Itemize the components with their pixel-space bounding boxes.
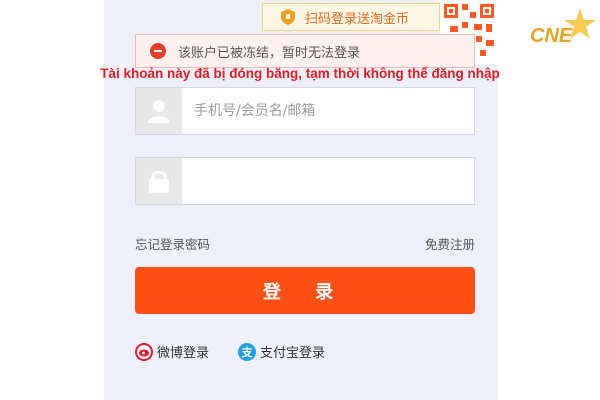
weibo-login-link[interactable]: 微博登录 <box>135 342 209 361</box>
password-field <box>135 157 475 205</box>
user-icon <box>136 88 182 134</box>
shield-icon <box>281 9 295 25</box>
register-link[interactable]: 免费注册 <box>425 234 475 253</box>
error-message-text: 该账户已被冻结，暂时无法登录 <box>178 45 361 61</box>
username-input[interactable] <box>182 88 474 134</box>
weibo-login-label: 微博登录 <box>157 346 210 361</box>
caption-translation: Tài khoản này đã bị đóng băng, tạm thời … <box>100 66 500 81</box>
password-input[interactable] <box>182 158 474 204</box>
qr-tip-text: 扫码登录送淘金币 <box>305 11 410 27</box>
login-button[interactable]: 登 录 <box>135 267 475 314</box>
auth-links: 忘记登录密码 免费注册 <box>135 234 475 253</box>
forgot-password-link[interactable]: 忘记登录密码 <box>135 234 210 253</box>
weibo-icon <box>135 342 153 361</box>
cne-logo: CNE <box>530 8 596 47</box>
qr-login-tip[interactable]: 扫码登录送淘金币 <box>262 3 446 31</box>
minus-circle-icon <box>150 43 166 59</box>
alipay-icon: 支 <box>238 342 256 361</box>
lock-icon <box>136 158 182 204</box>
alipay-login-label: 支付宝登录 <box>260 346 326 361</box>
logo-text: CNE <box>530 25 573 47</box>
alipay-login-link[interactable]: 支 支付宝登录 <box>238 342 325 361</box>
error-message-bar: 该账户已被冻结，暂时无法登录 <box>135 34 475 68</box>
username-field <box>135 87 475 135</box>
